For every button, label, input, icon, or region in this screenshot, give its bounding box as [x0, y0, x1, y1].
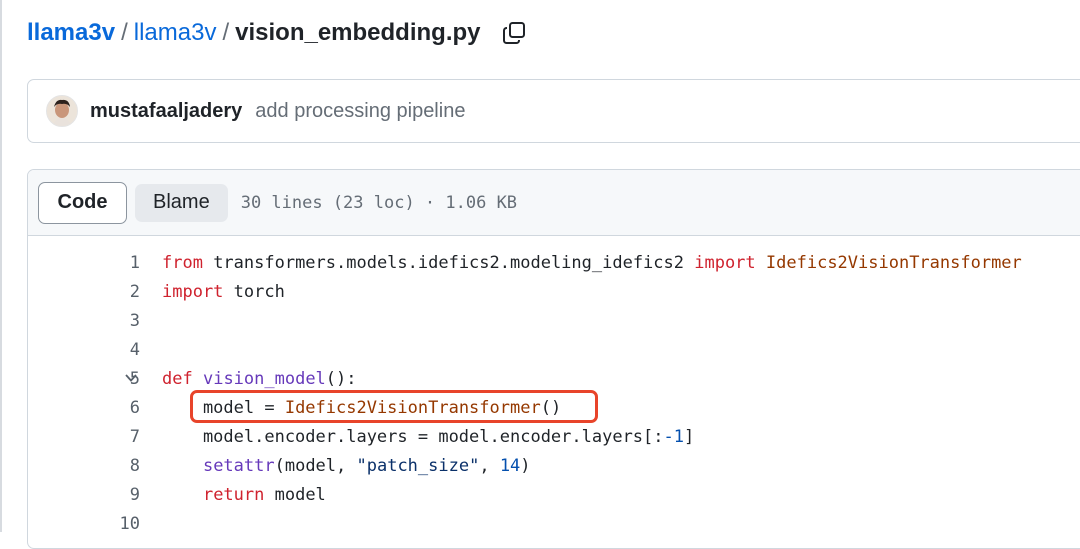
commit-author-link[interactable]: mustafaaljadery [90, 100, 242, 123]
file-viewer: Code Blame 30 lines (23 loc) · 1.06 KB 1… [27, 169, 1080, 549]
code-text: setattr(model, "patch_size", 14) [162, 456, 531, 476]
code-token: (): [325, 368, 357, 389]
code-token: ) [520, 455, 531, 476]
line-number[interactable]: 3 [80, 311, 140, 331]
code-token: import [162, 281, 224, 302]
file-header: Code Blame 30 lines (23 loc) · 1.06 KB [28, 170, 1080, 236]
code-line: 5 def vision_model(): [28, 364, 1080, 393]
commit-message-link[interactable]: add processing pipeline [255, 100, 465, 123]
line-number[interactable]: 2 [80, 282, 140, 302]
user-avatar-icon [47, 96, 77, 126]
code-token: () [540, 397, 562, 418]
code-line: 6 model = Idefics2VisionTransformer() [28, 393, 1080, 422]
avatar[interactable] [46, 95, 78, 127]
code-token: return [202, 484, 265, 505]
code-tab-button[interactable]: Code [38, 181, 127, 224]
code-line: 9 return model [28, 480, 1080, 509]
code-token: (model, [274, 455, 357, 476]
copy-icon [502, 22, 525, 44]
code-text: return model [162, 485, 326, 505]
file-meta-info: 30 lines (23 loc) · 1.06 KB [240, 192, 518, 213]
chevron-down-icon[interactable] [124, 371, 138, 385]
copy-path-button[interactable] [501, 20, 527, 46]
code-line: 8 setattr(model, "patch_size", 14) [28, 451, 1080, 480]
code-token: setattr [202, 455, 275, 476]
line-number[interactable]: 1 [80, 253, 140, 273]
line-number[interactable]: 6 [80, 398, 140, 418]
code-text: model.encoder.layers = model.encoder.lay… [162, 427, 694, 447]
code-token: model.encoder.layers = model.encoder.lay… [162, 426, 664, 447]
code-line: 4 [28, 335, 1080, 364]
line-number[interactable]: 9 [80, 485, 140, 505]
left-border [0, 0, 2, 532]
code-token: def [162, 368, 193, 389]
breadcrumb-repo-link[interactable]: llama3v [134, 19, 217, 47]
code-text: model = Idefics2VisionTransformer() [162, 398, 561, 418]
code-text: def vision_model(): [162, 369, 357, 389]
blame-tab-button[interactable]: Blame [135, 183, 228, 222]
code-line: 1 from transformers.models.idefics2.model… [28, 248, 1080, 277]
breadcrumb-owner-link[interactable]: llama3v [27, 19, 115, 47]
code-token: Idefics2VisionTransformer [765, 252, 1022, 273]
code-token: "patch_size" [356, 455, 480, 476]
code-token: ] [684, 426, 695, 447]
line-number[interactable]: 4 [80, 340, 140, 360]
line-number[interactable]: 10 [80, 514, 140, 534]
code-line: 3 [28, 306, 1080, 335]
code-text: from transformers.models.idefics2.modeli… [162, 253, 1022, 273]
code-text: import torch [162, 282, 285, 302]
code-line: 2 import torch [28, 277, 1080, 306]
code-token: torch [223, 281, 285, 302]
breadcrumb-separator: / [121, 19, 128, 46]
code-token: , [479, 455, 500, 476]
code-line: 7 model.encoder.layers = model.encoder.l… [28, 422, 1080, 451]
breadcrumb: llama3v / llama3v / vision_embedding.py [27, 16, 527, 50]
code-token: Idefics2VisionTransformer [284, 397, 541, 418]
latest-commit-bar: mustafaaljadery add processing pipeline [27, 79, 1080, 143]
breadcrumb-file-name: vision_embedding.py [235, 19, 481, 46]
breadcrumb-separator: / [222, 19, 230, 46]
code-token: model [264, 484, 326, 505]
code-token: -1 [663, 426, 684, 447]
code-token: 14 [499, 455, 521, 476]
code-token: from [162, 252, 203, 273]
code-token: import [694, 252, 756, 273]
line-number[interactable]: 8 [80, 456, 140, 476]
code-token: model = [162, 397, 285, 418]
code-token: transformers.models.idefics2.modeling_id… [202, 252, 695, 273]
code-line: 10 [28, 509, 1080, 538]
code-token: vision_model [202, 368, 326, 389]
line-number[interactable]: 7 [80, 427, 140, 447]
